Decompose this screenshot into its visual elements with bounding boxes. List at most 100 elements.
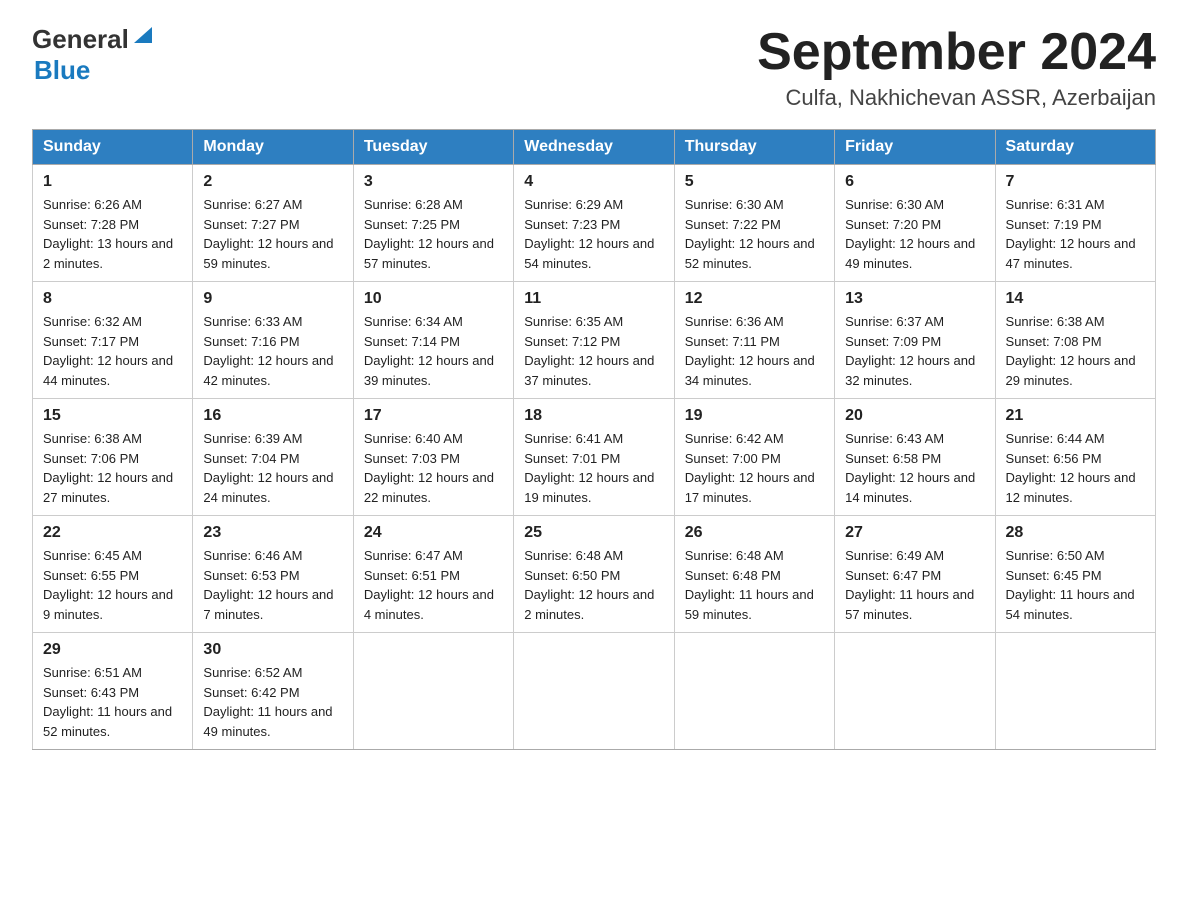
- calendar-day-cell: 17 Sunrise: 6:40 AMSunset: 7:03 PMDayligh…: [353, 399, 513, 516]
- day-info: Sunrise: 6:30 AMSunset: 7:20 PMDaylight:…: [845, 195, 984, 273]
- calendar-day-cell: 18 Sunrise: 6:41 AMSunset: 7:01 PMDayligh…: [514, 399, 674, 516]
- logo: General Blue: [32, 24, 154, 86]
- day-number: 11: [524, 290, 663, 308]
- day-info: Sunrise: 6:26 AMSunset: 7:28 PMDaylight:…: [43, 195, 182, 273]
- calendar-day-cell: 4Sunrise: 6:29 AMSunset: 7:23 PMDaylight…: [514, 165, 674, 282]
- day-info: Sunrise: 6:44 AMSunset: 6:56 PMDaylight:…: [1006, 429, 1145, 507]
- day-info: Sunrise: 6:33 AMSunset: 7:16 PMDaylight:…: [203, 312, 342, 390]
- calendar-day-cell: [995, 633, 1155, 750]
- calendar-day-cell: 1 Sunrise: 6:26 AMSunset: 7:28 PMDaylight…: [33, 165, 193, 282]
- calendar-day-cell: 29Sunrise: 6:51 AMSunset: 6:43 PMDayligh…: [33, 633, 193, 750]
- calendar-day-cell: 27Sunrise: 6:49 AMSunset: 6:47 PMDayligh…: [835, 516, 995, 633]
- calendar-day-cell: 10 Sunrise: 6:34 AMSunset: 7:14 PMDayligh…: [353, 282, 513, 399]
- calendar-table: SundayMondayTuesdayWednesdayThursdayFrid…: [32, 129, 1156, 750]
- day-info: Sunrise: 6:46 AMSunset: 6:53 PMDaylight:…: [203, 546, 342, 624]
- calendar-day-cell: 20Sunrise: 6:43 AMSunset: 6:58 PMDayligh…: [835, 399, 995, 516]
- day-number: 2: [203, 173, 342, 191]
- calendar-week-row: 1 Sunrise: 6:26 AMSunset: 7:28 PMDaylight…: [33, 165, 1156, 282]
- calendar-day-cell: 25 Sunrise: 6:48 AMSunset: 6:50 PMDayligh…: [514, 516, 674, 633]
- day-number: 25: [524, 524, 663, 542]
- day-info: Sunrise: 6:36 AMSunset: 7:11 PMDaylight:…: [685, 312, 824, 390]
- day-number: 10: [364, 290, 503, 308]
- logo-text-general: General: [32, 24, 129, 55]
- calendar-day-cell: 19Sunrise: 6:42 AMSunset: 7:00 PMDayligh…: [674, 399, 834, 516]
- day-info: Sunrise: 6:49 AMSunset: 6:47 PMDaylight:…: [845, 546, 984, 624]
- calendar-day-header: Monday: [193, 130, 353, 165]
- day-info: Sunrise: 6:50 AMSunset: 6:45 PMDaylight:…: [1006, 546, 1145, 624]
- calendar-day-cell: 12 Sunrise: 6:36 AMSunset: 7:11 PMDayligh…: [674, 282, 834, 399]
- day-number: 21: [1006, 407, 1145, 425]
- calendar-day-cell: 28Sunrise: 6:50 AMSunset: 6:45 PMDayligh…: [995, 516, 1155, 633]
- calendar-day-cell: 6 Sunrise: 6:30 AMSunset: 7:20 PMDaylight…: [835, 165, 995, 282]
- calendar-day-cell: 24 Sunrise: 6:47 AMSunset: 6:51 PMDayligh…: [353, 516, 513, 633]
- day-info: Sunrise: 6:39 AMSunset: 7:04 PMDaylight:…: [203, 429, 342, 507]
- calendar-day-header: Thursday: [674, 130, 834, 165]
- day-number: 29: [43, 641, 182, 659]
- calendar-week-row: 8 Sunrise: 6:32 AMSunset: 7:17 PMDaylight…: [33, 282, 1156, 399]
- day-number: 9: [203, 290, 342, 308]
- calendar-day-cell: 5Sunrise: 6:30 AMSunset: 7:22 PMDaylight…: [674, 165, 834, 282]
- calendar-day-cell: 2 Sunrise: 6:27 AMSunset: 7:27 PMDaylight…: [193, 165, 353, 282]
- day-number: 16: [203, 407, 342, 425]
- day-info: Sunrise: 6:38 AMSunset: 7:06 PMDaylight:…: [43, 429, 182, 507]
- calendar-day-header: Friday: [835, 130, 995, 165]
- calendar-day-cell: 14 Sunrise: 6:38 AMSunset: 7:08 PMDayligh…: [995, 282, 1155, 399]
- day-info: Sunrise: 6:41 AMSunset: 7:01 PMDaylight:…: [524, 429, 663, 507]
- day-number: 23: [203, 524, 342, 542]
- day-number: 26: [685, 524, 824, 542]
- day-info: Sunrise: 6:40 AMSunset: 7:03 PMDaylight:…: [364, 429, 503, 507]
- calendar-day-header: Saturday: [995, 130, 1155, 165]
- calendar-day-cell: 23 Sunrise: 6:46 AMSunset: 6:53 PMDayligh…: [193, 516, 353, 633]
- calendar-day-header: Sunday: [33, 130, 193, 165]
- day-number: 12: [685, 290, 824, 308]
- calendar-day-cell: 3Sunrise: 6:28 AMSunset: 7:25 PMDaylight…: [353, 165, 513, 282]
- day-number: 7: [1006, 173, 1145, 191]
- day-info: Sunrise: 6:47 AMSunset: 6:51 PMDaylight:…: [364, 546, 503, 624]
- calendar-day-cell: [514, 633, 674, 750]
- day-info: Sunrise: 6:34 AMSunset: 7:14 PMDaylight:…: [364, 312, 503, 390]
- day-number: 8: [43, 290, 182, 308]
- day-info: Sunrise: 6:32 AMSunset: 7:17 PMDaylight:…: [43, 312, 182, 390]
- day-number: 19: [685, 407, 824, 425]
- day-info: Sunrise: 6:30 AMSunset: 7:22 PMDaylight:…: [685, 195, 824, 273]
- day-info: Sunrise: 6:28 AMSunset: 7:25 PMDaylight:…: [364, 195, 503, 273]
- day-info: Sunrise: 6:35 AMSunset: 7:12 PMDaylight:…: [524, 312, 663, 390]
- calendar-week-row: 15Sunrise: 6:38 AMSunset: 7:06 PMDayligh…: [33, 399, 1156, 516]
- calendar-day-cell: 30Sunrise: 6:52 AMSunset: 6:42 PMDayligh…: [193, 633, 353, 750]
- calendar-day-cell: [353, 633, 513, 750]
- logo-text-blue: Blue: [34, 55, 90, 86]
- calendar-day-cell: [674, 633, 834, 750]
- day-number: 1: [43, 173, 182, 191]
- calendar-day-cell: 7 Sunrise: 6:31 AMSunset: 7:19 PMDaylight…: [995, 165, 1155, 282]
- day-info: Sunrise: 6:48 AMSunset: 6:50 PMDaylight:…: [524, 546, 663, 624]
- day-number: 6: [845, 173, 984, 191]
- day-number: 14: [1006, 290, 1145, 308]
- day-info: Sunrise: 6:48 AMSunset: 6:48 PMDaylight:…: [685, 546, 824, 624]
- day-number: 17: [364, 407, 503, 425]
- day-number: 22: [43, 524, 182, 542]
- day-number: 30: [203, 641, 342, 659]
- day-info: Sunrise: 6:31 AMSunset: 7:19 PMDaylight:…: [1006, 195, 1145, 273]
- day-number: 18: [524, 407, 663, 425]
- calendar-day-cell: 26 Sunrise: 6:48 AMSunset: 6:48 PMDayligh…: [674, 516, 834, 633]
- logo-triangle-icon: [132, 25, 154, 47]
- day-info: Sunrise: 6:43 AMSunset: 6:58 PMDaylight:…: [845, 429, 984, 507]
- calendar-day-cell: 16 Sunrise: 6:39 AMSunset: 7:04 PMDayligh…: [193, 399, 353, 516]
- day-info: Sunrise: 6:38 AMSunset: 7:08 PMDaylight:…: [1006, 312, 1145, 390]
- title-block: September 2024 Culfa, Nakhichevan ASSR, …: [757, 24, 1156, 111]
- calendar-day-cell: [835, 633, 995, 750]
- day-number: 13: [845, 290, 984, 308]
- calendar-week-row: 22 Sunrise: 6:45 AMSunset: 6:55 PMDayligh…: [33, 516, 1156, 633]
- page-header: General Blue September 2024 Culfa, Nakhi…: [32, 24, 1156, 111]
- day-number: 24: [364, 524, 503, 542]
- day-info: Sunrise: 6:45 AMSunset: 6:55 PMDaylight:…: [43, 546, 182, 624]
- calendar-day-cell: 8 Sunrise: 6:32 AMSunset: 7:17 PMDaylight…: [33, 282, 193, 399]
- calendar-day-cell: 11 Sunrise: 6:35 AMSunset: 7:12 PMDayligh…: [514, 282, 674, 399]
- location-title: Culfa, Nakhichevan ASSR, Azerbaijan: [757, 85, 1156, 111]
- day-info: Sunrise: 6:27 AMSunset: 7:27 PMDaylight:…: [203, 195, 342, 273]
- calendar-day-cell: 15Sunrise: 6:38 AMSunset: 7:06 PMDayligh…: [33, 399, 193, 516]
- month-title: September 2024: [757, 24, 1156, 81]
- calendar-day-header: Wednesday: [514, 130, 674, 165]
- calendar-week-row: 29Sunrise: 6:51 AMSunset: 6:43 PMDayligh…: [33, 633, 1156, 750]
- calendar-day-cell: 13Sunrise: 6:37 AMSunset: 7:09 PMDayligh…: [835, 282, 995, 399]
